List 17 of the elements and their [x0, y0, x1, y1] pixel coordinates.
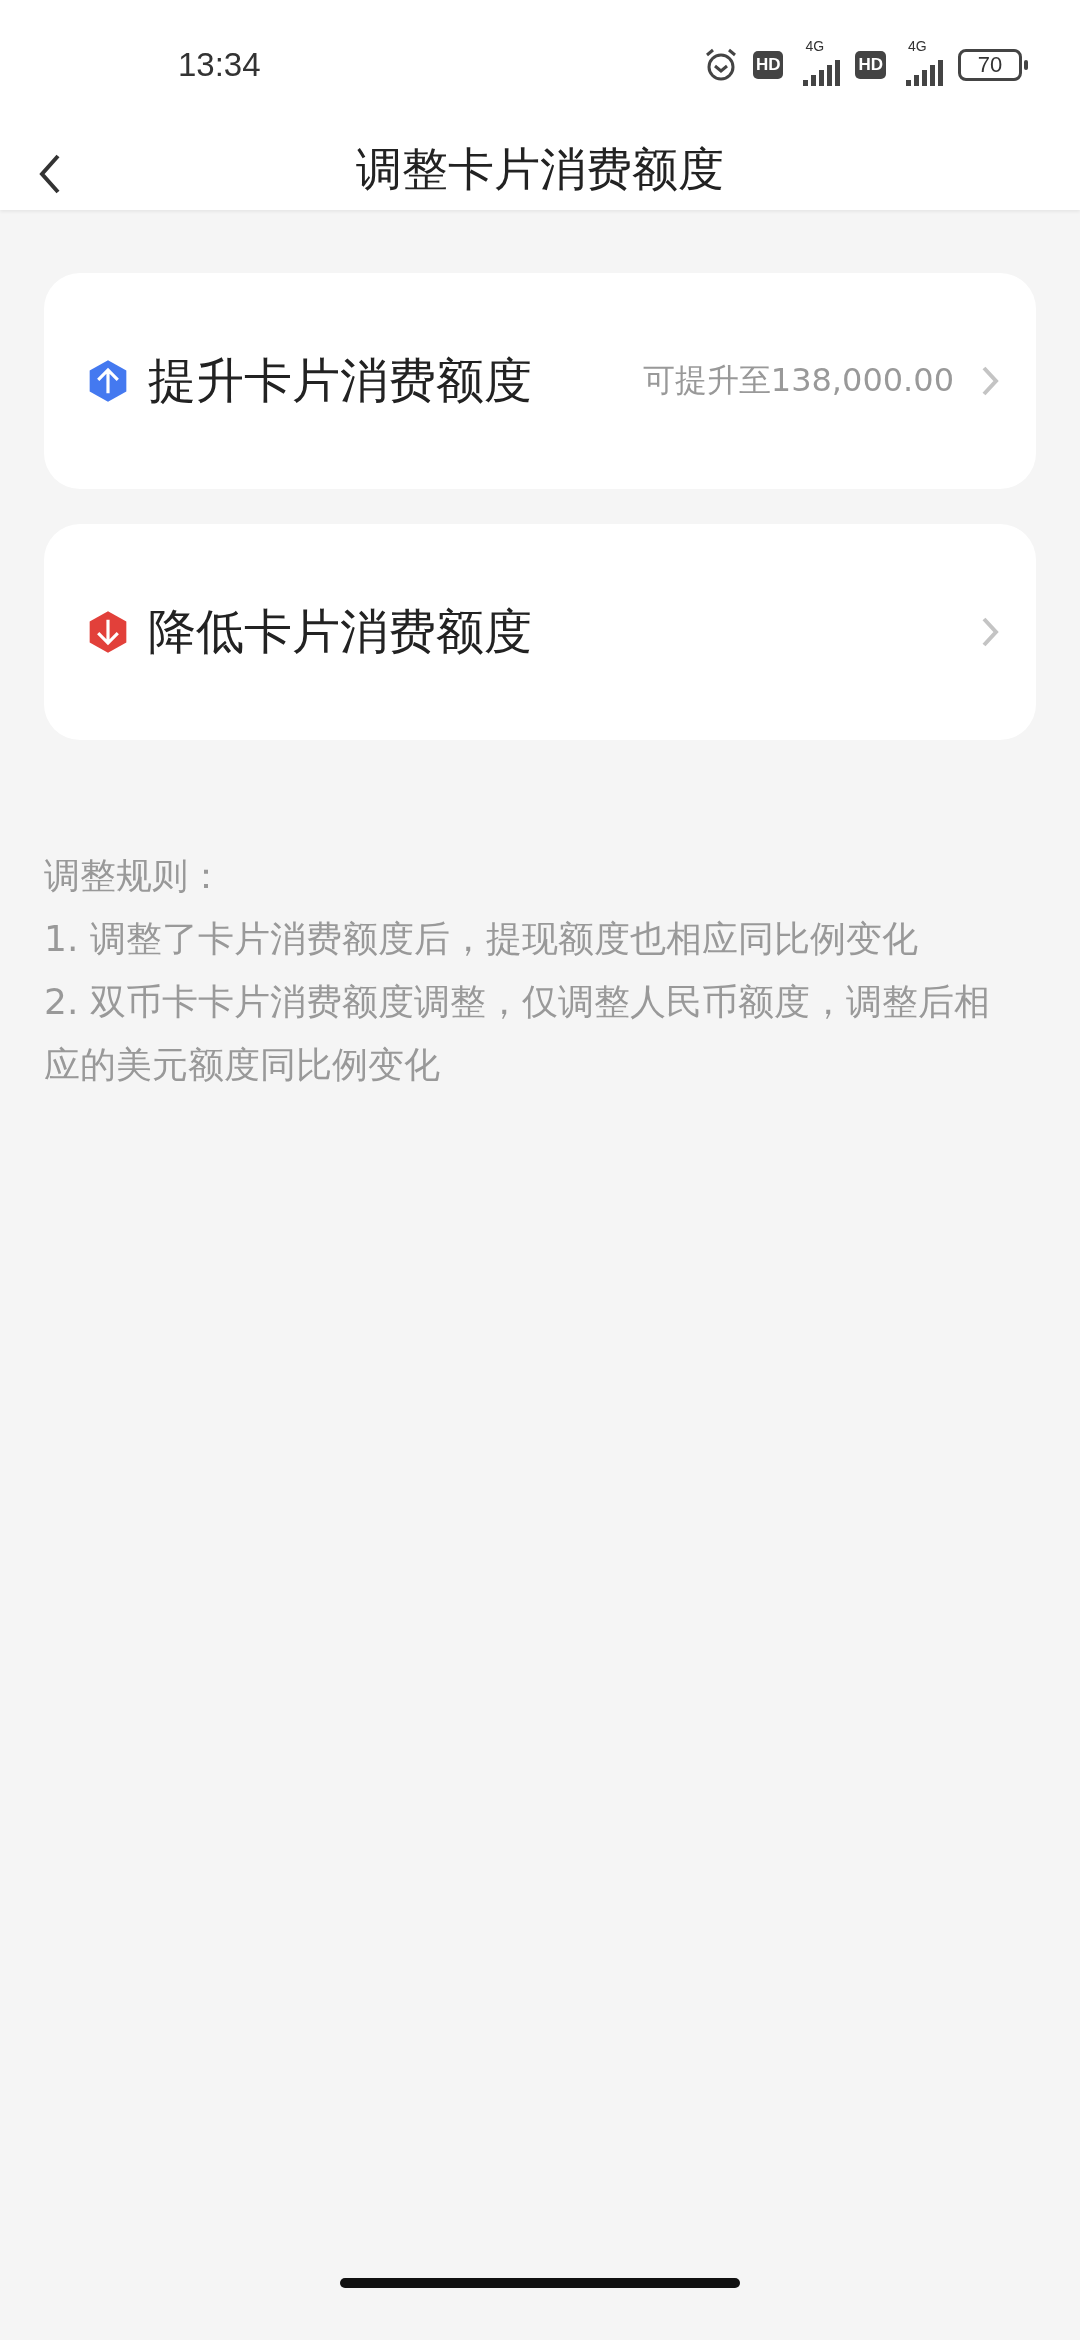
- network-label: 4G: [908, 38, 927, 54]
- status-time: 13:34: [178, 46, 262, 84]
- rules-title: 调整规则：: [44, 854, 225, 898]
- limit-option[interactable]: 降低卡片消费额度: [44, 524, 1036, 740]
- option-label: 降低卡片消费额度: [148, 602, 533, 661]
- limit-option[interactable]: 提升卡片消费额度 可提升至138,000.00: [44, 273, 1036, 489]
- hd-badge: HD: [752, 51, 784, 79]
- rule-text: 1. 调整了卡片消费额度后，提现额度也相应同比例变化: [44, 917, 919, 961]
- chevron-icon: [980, 615, 1000, 649]
- network-label: 4G: [805, 38, 825, 54]
- page-title: 调整卡片消费额度: [356, 141, 724, 198]
- option-label: 提升卡片消费额度: [148, 351, 533, 410]
- chevron-icon: [980, 364, 1000, 398]
- rule-text: 2. 双币卡卡片消费额度调整，仅调整人民币额度，调整后相应的美元额度同比例变化: [44, 980, 991, 1087]
- battery-icon: 70: [958, 49, 1022, 81]
- limit-hint: 可提升至138,000.00: [642, 360, 954, 401]
- hd-badge: HD: [855, 51, 886, 79]
